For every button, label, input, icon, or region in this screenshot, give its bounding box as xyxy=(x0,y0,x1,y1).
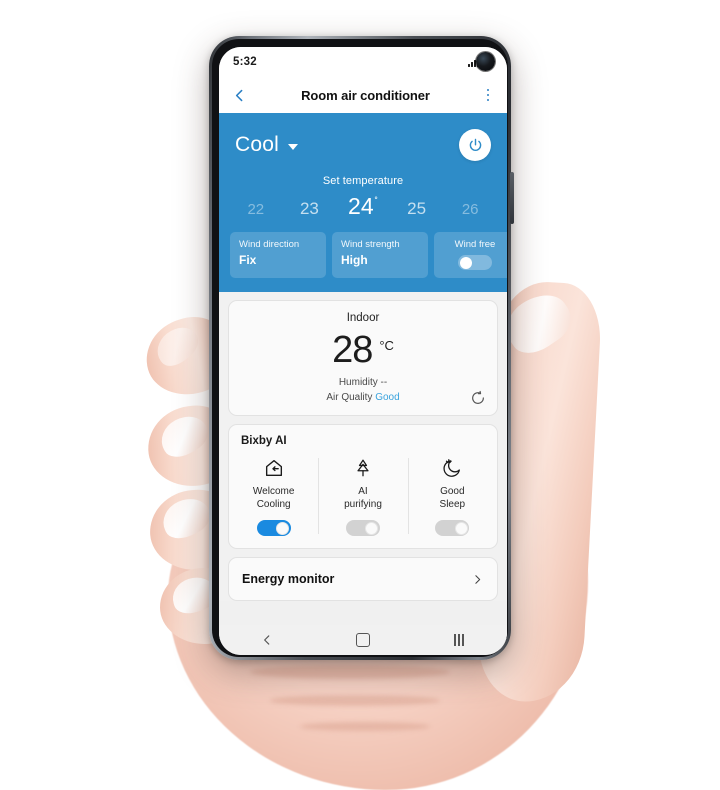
label-line-1: AI xyxy=(358,486,368,498)
temp-selected-value: 24 xyxy=(348,193,374,219)
indoor-humidity: Humidity -- xyxy=(338,377,388,389)
bixby-label-ai-purifying: AI purifying xyxy=(322,486,403,511)
indoor-temperature-unit: °C xyxy=(379,338,394,353)
kebab-menu-icon[interactable] xyxy=(481,88,495,102)
air-quality-value: Good xyxy=(375,392,400,404)
label-line-2: purifying xyxy=(344,498,382,510)
temp-option-22[interactable]: 22 xyxy=(229,201,283,218)
bixby-ai-title: Bixby AI xyxy=(241,435,287,448)
status-bar: 5:32 xyxy=(219,47,507,77)
content-area: Indoor 28 °C Humidity -- Air Quality Goo… xyxy=(219,292,507,602)
phone-bezel: 5:32 Room air conditioner Cool Set tempe… xyxy=(212,39,508,657)
fingernail xyxy=(149,319,205,373)
nav-back-icon[interactable] xyxy=(259,632,275,648)
bixby-feature-row: Welcome Cooling AI purifying Good Sleep xyxy=(229,456,497,537)
toggle-knob xyxy=(276,521,290,535)
degree-symbol: ˚ xyxy=(374,197,378,209)
chip-wind-free[interactable]: Wind free xyxy=(434,232,507,278)
chevron-down-icon[interactable] xyxy=(288,144,298,150)
palm-crease xyxy=(250,665,450,679)
tree-purify-icon xyxy=(322,456,403,480)
home-arrow-in-icon xyxy=(233,456,314,480)
chip-wind-strength-value: High xyxy=(341,253,368,267)
app-bar: Room air conditioner xyxy=(219,77,507,113)
fingernail xyxy=(156,491,216,545)
indoor-title: Indoor xyxy=(346,312,380,324)
toggle-ai-purifying[interactable] xyxy=(345,520,380,537)
bixby-item-good-sleep[interactable]: Good Sleep xyxy=(407,456,497,537)
phone-screen: 5:32 Room air conditioner Cool Set tempe… xyxy=(219,47,507,655)
indoor-air-quality: Air Quality Good xyxy=(241,392,485,403)
indoor-temperature-row: 28 °C xyxy=(241,329,485,371)
bixby-label-welcome-cooling: Welcome Cooling xyxy=(233,486,314,511)
power-side-button[interactable] xyxy=(510,172,514,224)
temperature-selector[interactable]: 22 23 24˚ 25 26 xyxy=(219,193,507,220)
toggle-good-sleep[interactable] xyxy=(435,520,470,537)
hero-top-row: Cool xyxy=(219,123,507,167)
set-temperature-label: Set temperature xyxy=(322,175,404,187)
air-quality-label: Air Quality xyxy=(326,392,376,404)
chip-wind-direction[interactable]: Wind direction Fix xyxy=(230,232,326,278)
palm-crease xyxy=(270,695,440,706)
chip-wind-free-label: Wind free xyxy=(454,239,496,250)
toggle-knob xyxy=(454,521,468,535)
power-icon xyxy=(469,138,481,151)
energy-monitor-label: Energy monitor xyxy=(242,572,335,587)
temp-option-26[interactable]: 26 xyxy=(443,201,497,218)
status-clock: 5:32 xyxy=(233,56,257,68)
nav-recents-icon[interactable] xyxy=(451,632,467,648)
temp-option-24-selected[interactable]: 24˚ xyxy=(336,193,390,220)
bixby-item-ai-purifying[interactable]: AI purifying xyxy=(318,456,407,537)
back-chevron-icon[interactable] xyxy=(231,87,248,104)
front-camera-hole-icon xyxy=(476,52,495,71)
bixby-item-welcome-cooling[interactable]: Welcome Cooling xyxy=(229,456,318,537)
fingernail xyxy=(154,408,214,464)
chip-wind-direction-value: Fix xyxy=(239,253,257,267)
chip-wind-direction-label: Wind direction xyxy=(239,239,300,250)
indoor-status-card: Indoor 28 °C Humidity -- Air Quality Goo… xyxy=(228,300,498,417)
wind-free-toggle[interactable] xyxy=(458,255,492,270)
toggle-knob xyxy=(459,256,472,269)
bixby-label-good-sleep: Good Sleep xyxy=(412,486,493,511)
nav-home-icon[interactable] xyxy=(355,632,371,648)
ac-control-hero: Cool Set temperature 22 23 24˚ 25 26 Win… xyxy=(219,113,507,292)
chevron-right-icon xyxy=(475,574,481,584)
label-line-1: Good xyxy=(440,486,465,498)
label-line-1: Welcome xyxy=(252,486,295,498)
quick-settings-chips: Wind direction Fix Wind strength High Wi… xyxy=(219,232,507,278)
temp-option-23[interactable]: 23 xyxy=(283,199,337,219)
phone-device: 5:32 Room air conditioner Cool Set tempe… xyxy=(209,36,514,660)
toggle-welcome-cooling[interactable] xyxy=(256,520,291,537)
android-nav-bar xyxy=(219,625,507,655)
palm-crease xyxy=(300,722,430,731)
temp-option-25[interactable]: 25 xyxy=(390,199,444,219)
refresh-icon[interactable] xyxy=(470,390,486,406)
toggle-knob xyxy=(365,521,379,535)
page-title: Room air conditioner xyxy=(301,87,430,103)
chip-wind-strength-label: Wind strength xyxy=(341,239,400,250)
label-line-2: Cooling xyxy=(256,498,291,510)
bixby-ai-card: Bixby AI Welcome Cooling AI purifying Go… xyxy=(228,424,498,550)
mode-label[interactable]: Cool xyxy=(235,133,279,157)
label-line-2: Sleep xyxy=(439,498,466,510)
energy-monitor-row[interactable]: Energy monitor xyxy=(228,557,498,602)
indoor-temperature-value: 28 xyxy=(332,329,373,371)
moon-sleep-icon xyxy=(412,456,493,480)
chip-wind-strength[interactable]: Wind strength High xyxy=(332,232,428,278)
power-button[interactable] xyxy=(459,129,491,161)
